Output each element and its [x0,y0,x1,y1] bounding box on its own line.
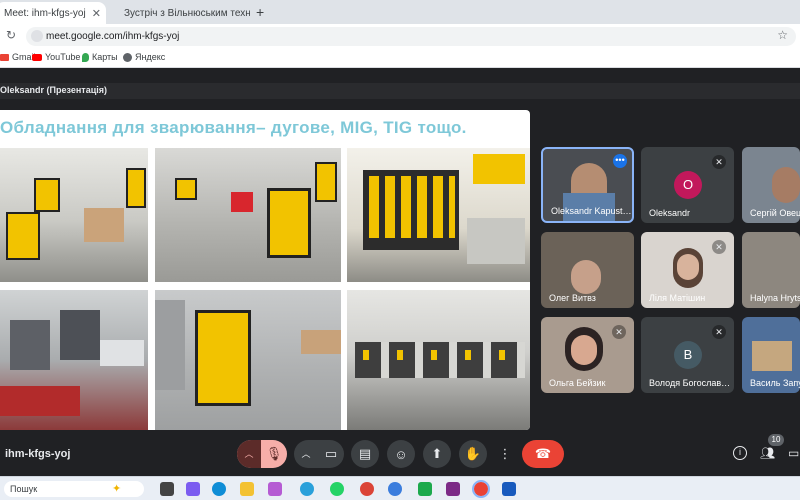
emoji-reactions-button[interactable]: ☺ [387,440,415,468]
chrome-icon[interactable] [360,482,374,496]
participant-name: Ліля Матішин [649,293,706,303]
url-text: meet.google.com/ihm-kfgs-yoj [46,31,180,42]
tab-meet-label: Meet: ihm-kfgs-yoj [4,7,86,19]
search-highlight-icon: ✦ [112,483,122,495]
participant-face [677,254,699,280]
meeting-code: ihm-kfgs-yoj [5,448,71,460]
participant-video [571,260,601,294]
gmail-icon [0,53,9,61]
photo-mig-machines [155,290,341,430]
bookmarks-bar: Gmail YouTube Карты Яндекс [0,48,800,68]
participant-tile[interactable]: Олег Витвз [541,232,634,308]
participant-tile[interactable]: ✕ B Володя Богослав… [641,317,734,393]
participant-name: Василь Запу [750,378,800,388]
mic-off-icon: ✕ [712,325,726,339]
close-tab-icon[interactable]: ✕ [92,7,101,20]
presenter-label-bar: Oleksandr (Презентація) [0,83,800,99]
bookmark-yandex[interactable]: Яндекс [123,52,165,62]
app-icon[interactable] [418,482,432,496]
app-icon[interactable] [446,482,460,496]
avatar: O [674,171,702,199]
yandex-icon [123,52,132,62]
site-info-icon[interactable] [31,30,43,42]
participant-video [772,167,800,203]
whatsapp-icon[interactable] [330,482,344,496]
raise-hand-button[interactable]: ✋ [459,440,487,468]
photo-esab-display [347,148,530,282]
bookmark-label: Карты [92,52,118,62]
participant-tile[interactable]: ••• Oleksandr Kapust… [541,147,634,223]
presenter-label: Oleksandr (Презентація) [0,85,107,95]
mic-options-chevron-icon[interactable]: ︿ [237,440,261,468]
camera-toggle-group: ︿ ▭ [294,440,344,468]
tab-meet[interactable]: Meet: ihm-kfgs-yoj ✕ [0,2,106,24]
camera-options-chevron-icon[interactable]: ︿ [294,440,318,468]
meeting-details-icon[interactable]: i [733,446,747,460]
mic-off-icon: ✕ [712,240,726,254]
youtube-icon [32,53,42,61]
tab-meeting-info-label: Зустріч з Вільнюським технічн [124,7,250,19]
participant-tile[interactable]: ✕ O Oleksandr [641,147,734,223]
bookmark-gmail[interactable]: Gmail [0,52,36,62]
slide-title: Обладнання для зварювання– дугове, MIG, … [0,118,467,137]
presentation-slide: Обладнання для зварювання– дугове, MIG, … [0,110,530,430]
os-taskbar: Пошук ✦ [0,476,800,500]
participant-video [752,341,792,371]
photo-workshop-booths [347,290,530,430]
tab-meeting-info[interactable]: Зустріч з Вільнюським технічн ✕ [112,2,250,24]
photo-welding-room-2 [155,148,341,282]
more-options-icon[interactable]: ••• [613,154,627,168]
bookmark-label: YouTube [45,52,81,62]
participant-name: Володя Богослав… [649,378,731,388]
camera-button[interactable]: ▭ [318,440,344,468]
maps-pin-icon [82,52,89,62]
bookmark-star-icon[interactable]: ☆ [777,28,788,42]
reload-icon[interactable]: ↻ [6,28,16,42]
bookmark-label: Яндекс [135,52,166,62]
participant-tile[interactable]: Halyna Hryts [742,232,800,308]
taskbar-search-input[interactable]: Пошук ✦ [4,481,144,497]
store-icon[interactable] [268,482,282,496]
mic-toggle-group: ︿ 🎙︎ [237,440,287,468]
mic-off-icon: ✕ [612,325,626,339]
copilot-icon[interactable] [186,482,200,496]
present-screen-button[interactable]: ⬆ [423,440,451,468]
chat-icon[interactable]: ▭ [788,446,799,460]
file-explorer-icon[interactable] [240,482,254,496]
bookmark-youtube[interactable]: YouTube [32,52,80,62]
bookmark-maps[interactable]: Карты [82,52,118,62]
telegram-icon[interactable] [300,482,314,496]
participant-face [571,335,597,365]
participant-name: Halyna Hryts [750,293,800,303]
task-view-icon[interactable] [160,482,174,496]
chrome-active-icon[interactable] [472,480,490,498]
more-options-button[interactable]: ⋮ [495,440,515,468]
edge-icon[interactable] [212,482,226,496]
photo-cutting-machines [0,290,148,430]
browser-toolbar: ↻ meet.google.com/ihm-kfgs-yoj ☆ [0,24,800,48]
photo-welding-room-1 [0,148,148,282]
participant-tile[interactable]: Сергій Овец [742,147,800,223]
mic-off-icon: ✕ [712,155,726,169]
taskbar-search-placeholder: Пошук [10,484,38,494]
participants-count-badge: 10 [768,434,784,446]
network-app-icon[interactable] [388,482,402,496]
word-icon[interactable] [502,482,516,496]
participant-name: Олег Витвз [549,293,596,303]
new-tab-icon[interactable]: + [256,4,264,20]
participant-tile[interactable]: Василь Запу [742,317,800,393]
browser-tab-bar: Meet: ihm-kfgs-yoj ✕ Зустріч з Вільнюськ… [0,0,800,24]
participant-name: Ольга Бейзик [549,378,606,388]
participant-name: Сергій Овец [750,208,800,218]
participant-tile[interactable]: ✕ Ліля Матішин [641,232,734,308]
participant-name: Oleksandr [649,208,691,218]
participant-name: Oleksandr Kapust… [551,206,632,216]
address-bar[interactable]: meet.google.com/ihm-kfgs-yoj ☆ [26,27,796,46]
participant-tile[interactable]: ✕ Ольга Бейзик [541,317,634,393]
people-icon[interactable]: 👥︎ [760,446,775,460]
avatar: B [674,341,702,369]
end-call-button[interactable]: ☎ [522,440,564,468]
captions-button[interactable]: ▤ [351,440,379,468]
